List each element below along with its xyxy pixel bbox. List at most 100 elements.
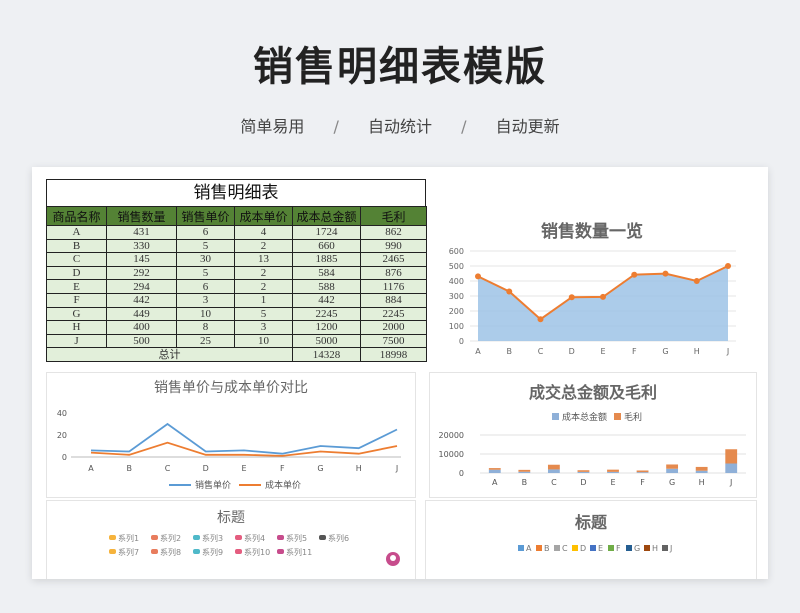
x-tick-label: H: [699, 478, 705, 487]
y-tick-label: 600: [449, 247, 464, 256]
x-tick-label: A: [88, 464, 94, 473]
series-line: [90, 441, 398, 457]
table-cell[interactable]: 2: [234, 279, 293, 294]
x-tick-label: B: [507, 347, 513, 356]
table-body: A 431 6 4 1724 862 B 330 5 2 660 990 C 145 30 13 1885 246…: [46, 225, 427, 362]
table-cell[interactable]: 2000: [360, 320, 427, 335]
table-cell[interactable]: 13: [234, 252, 293, 267]
table-cell[interactable]: 1724: [292, 225, 361, 240]
bar-cost: [607, 471, 619, 473]
table-cell[interactable]: 2245: [360, 306, 427, 322]
table-cell[interactable]: E: [46, 279, 107, 294]
total-profit[interactable]: 18998: [360, 347, 427, 362]
table-cell[interactable]: 862: [360, 225, 427, 240]
table-row: H 400 8 3 1200 2000: [46, 320, 427, 335]
table-cell[interactable]: 5: [176, 265, 235, 281]
legend-swatch: [193, 535, 200, 540]
bar-profit: [636, 470, 649, 473]
table-cell[interactable]: 1200: [292, 320, 361, 335]
table-row: E 294 6 2 588 1176: [46, 279, 427, 294]
series-line: [90, 422, 398, 455]
bar-cost: [547, 469, 560, 473]
table-cell[interactable]: J: [46, 333, 107, 349]
table-cell[interactable]: 145: [106, 252, 177, 267]
legend-swatch: [554, 545, 560, 551]
feature-list: 简单易用 / 自动统计 / 自动更新: [0, 113, 800, 137]
table-cell[interactable]: 5000: [292, 333, 361, 349]
x-tick-label: H: [356, 464, 362, 473]
table-cell[interactable]: 442: [292, 292, 361, 308]
table-cell[interactable]: 1: [234, 292, 293, 308]
table-cell[interactable]: 5: [234, 306, 293, 322]
table-cell[interactable]: 3: [176, 292, 235, 308]
table-title: 销售明细表: [46, 179, 426, 206]
legend-label: 毛利: [624, 411, 642, 423]
bar-cost: [518, 471, 531, 473]
table-cell[interactable]: 431: [106, 225, 177, 240]
feature-easy: 简单易用: [240, 117, 305, 136]
x-tick-label: B: [127, 464, 133, 473]
table-cell[interactable]: 10: [234, 333, 293, 349]
table-cell[interactable]: B: [46, 238, 107, 254]
separator: /: [461, 117, 467, 136]
table-cell[interactable]: 294: [106, 279, 177, 294]
table-cell[interactable]: 2245: [292, 306, 361, 322]
table-cell[interactable]: 3: [234, 320, 293, 335]
table-cell[interactable]: 500: [106, 333, 177, 349]
table-cell[interactable]: 30: [176, 252, 235, 267]
table-cell[interactable]: 292: [106, 265, 177, 281]
table-cell[interactable]: C: [46, 252, 107, 267]
legend-swatch: [518, 545, 524, 551]
table-cell[interactable]: 400: [106, 320, 177, 335]
table-cell[interactable]: D: [46, 265, 107, 281]
x-tick-label: H: [694, 347, 700, 356]
table-cell[interactable]: 884: [360, 292, 427, 308]
legend-label: D: [580, 544, 586, 553]
table-cell[interactable]: 10: [176, 306, 235, 322]
data-point: [568, 294, 575, 301]
table-cell[interactable]: 876: [360, 265, 427, 281]
table-cell[interactable]: 449: [106, 306, 177, 322]
legend-label: 系列6: [328, 533, 349, 543]
legend-swatch: [644, 545, 650, 551]
table-row: F 442 3 1 442 884: [46, 292, 427, 308]
table-cell[interactable]: A: [46, 225, 107, 240]
table-cell[interactable]: 990: [360, 238, 427, 254]
table-cell[interactable]: 8: [176, 320, 235, 335]
table-cell[interactable]: 6: [176, 279, 235, 294]
table-cell[interactable]: 584: [292, 265, 361, 281]
table-cell[interactable]: 1885: [292, 252, 361, 267]
table-row: A 431 6 4 1724 862: [46, 225, 427, 240]
page-title: 销售明细表模版: [253, 44, 547, 90]
table-cell[interactable]: 6: [176, 225, 235, 240]
y-tick-label: 0: [459, 469, 464, 478]
table-cell[interactable]: H: [46, 320, 107, 335]
table-cell[interactable]: 2465: [360, 252, 427, 267]
table-cell[interactable]: 4: [234, 225, 293, 240]
table-cell[interactable]: 1176: [360, 279, 427, 294]
table-cell[interactable]: F: [46, 292, 107, 308]
legend-label: 系列9: [202, 547, 223, 557]
legend-swatch: [193, 549, 200, 554]
price-compare-chart: 0 20 40 A B C D E F G H J 销售单价 成本单价: [57, 409, 401, 491]
table-cell[interactable]: 588: [292, 279, 361, 294]
table-cell[interactable]: 2: [234, 265, 293, 281]
table-cell[interactable]: 2: [234, 238, 293, 254]
table-row: J 500 25 10 5000 7500: [46, 333, 427, 349]
legend-swatch: [662, 545, 668, 551]
x-tick-label: C: [538, 347, 544, 356]
table-cell[interactable]: 7500: [360, 333, 427, 349]
bar-cost: [636, 472, 649, 473]
table-cell[interactable]: 660: [292, 238, 361, 254]
table-cell[interactable]: 442: [106, 292, 177, 308]
total-cost[interactable]: 14328: [292, 347, 361, 362]
bar-cost: [695, 470, 708, 473]
legend-swatch: [151, 549, 158, 554]
table-cell[interactable]: 25: [176, 333, 235, 349]
table-cell[interactable]: 5: [176, 238, 235, 254]
table-row: G 449 10 5 2245 2245: [46, 306, 427, 322]
table-cell[interactable]: 330: [106, 238, 177, 254]
table-cell[interactable]: G: [46, 306, 107, 322]
x-tick-label: J: [726, 347, 729, 356]
x-tick-label: D: [203, 464, 209, 473]
